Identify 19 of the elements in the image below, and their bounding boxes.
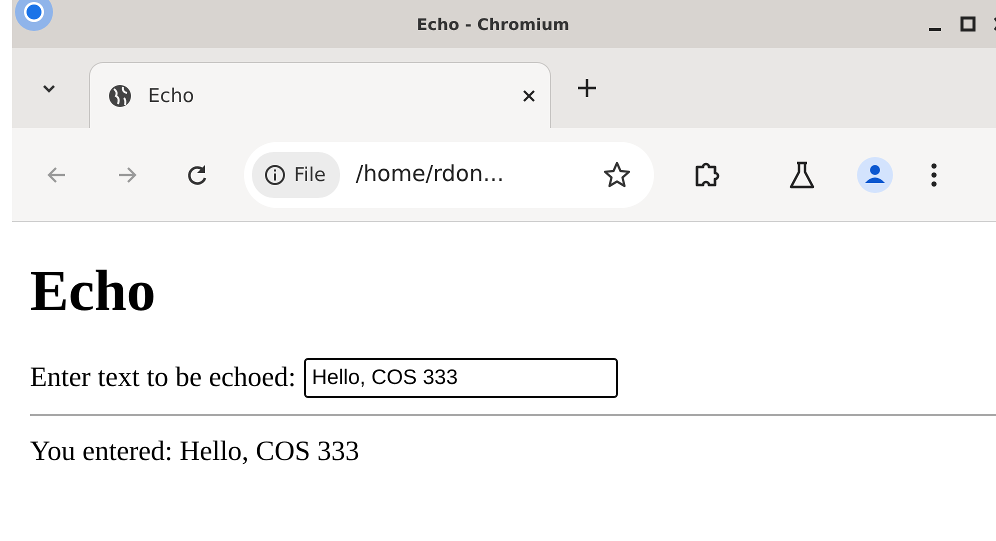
globe-icon [108, 84, 132, 108]
text-input-field[interactable]: Hello, COS 333 [304, 358, 618, 398]
field-label: Enter text to be echoed: [30, 362, 296, 394]
page-heading: Echo [30, 262, 157, 320]
chevron-down-icon [42, 84, 56, 94]
bookmark-star-icon[interactable] [602, 160, 632, 190]
reload-icon [185, 162, 209, 186]
plus-icon [577, 78, 597, 98]
site-info-button[interactable]: File [252, 152, 340, 198]
maximize-icon[interactable] [960, 16, 976, 32]
close-tab-icon[interactable] [522, 88, 536, 102]
url-text[interactable]: /home/rdon... [356, 162, 602, 187]
echo-result: You entered: Hello, COS 333 [30, 436, 360, 468]
browser-logo-icon [14, 0, 54, 32]
address-bar[interactable]: File /home/rdon... [244, 142, 654, 208]
browser-tab[interactable]: Echo [89, 62, 551, 128]
info-icon [264, 164, 286, 186]
profile-avatar-icon[interactable] [856, 156, 894, 194]
window-title: Echo - Chromium [416, 14, 570, 34]
